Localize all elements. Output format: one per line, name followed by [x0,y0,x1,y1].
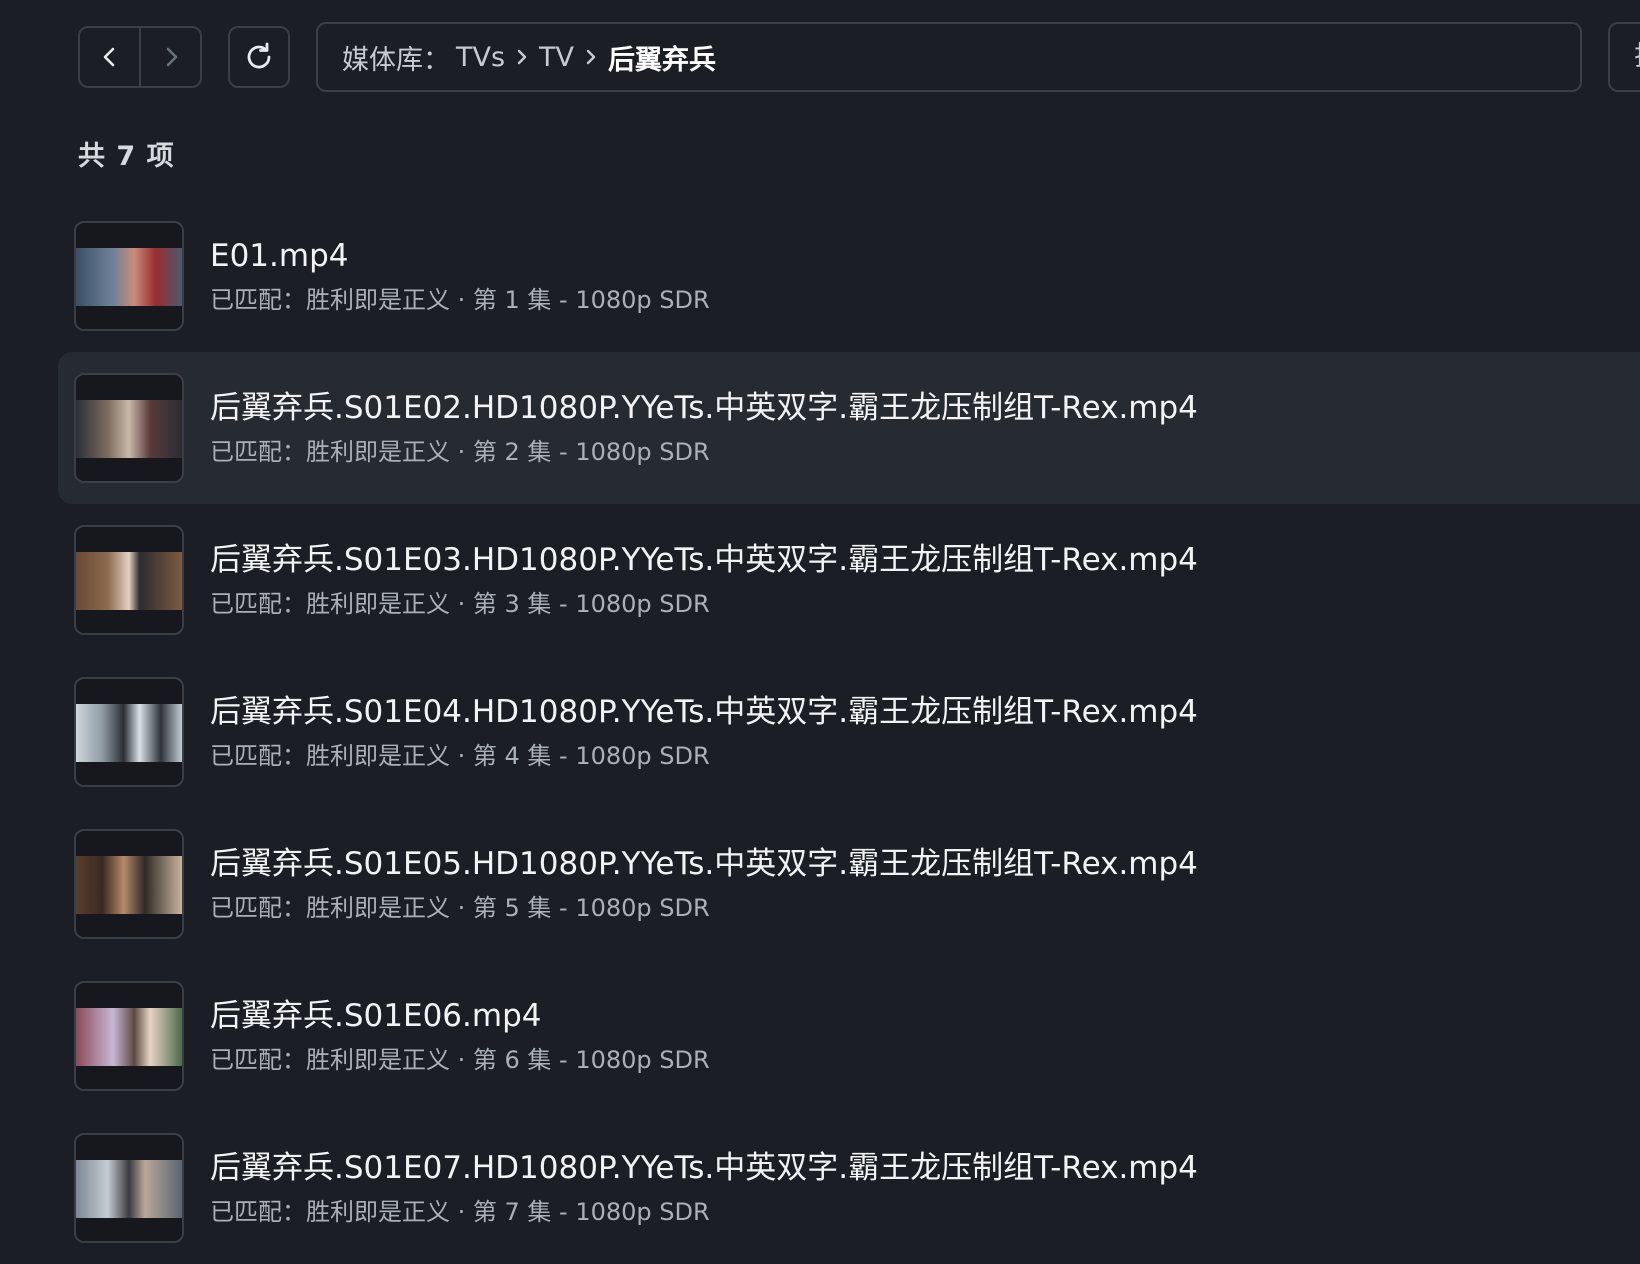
file-title: 后翼弃兵.S01E05.HD1080P.YYeTs.中英双字.霸王龙压制组T-R… [210,846,1198,882]
file-title: 后翼弃兵.S01E03.HD1080P.YYeTs.中英双字.霸王龙压制组T-R… [210,542,1198,578]
file-match-info: 已匹配：胜利即是正义 · 第 4 集 - 1080p SDR [210,742,710,770]
video-thumbnail [74,525,184,635]
back-button[interactable] [80,28,139,86]
refresh-icon [247,42,271,69]
video-thumbnail [74,221,184,331]
file-title: 后翼弃兵.S01E07.HD1080P.YYeTs.中英双字.霸王龙压制组T-R… [210,1150,1198,1186]
chevron-right-icon [166,47,177,67]
file-match-info: 已匹配：胜利即是正义 · 第 1 集 - 1080p SDR [210,286,710,314]
file-row[interactable]: 后翼弃兵.S01E06.mp4 已匹配：胜利即是正义 · 第 6 集 - 108… [58,960,1640,1112]
item-count: 共 7 项 [78,141,175,172]
video-thumbnail [74,373,184,483]
breadcrumb-separator-icon [584,48,598,66]
breadcrumb: 媒体库： TVs TV 后翼弃兵 [316,22,1582,92]
chevron-left-icon [103,47,114,67]
file-match-info: 已匹配：胜利即是正义 · 第 3 集 - 1080p SDR [210,590,710,618]
breadcrumb-item-tvs[interactable]: TVs [456,42,505,73]
forward-button[interactable] [139,28,200,86]
breadcrumb-item-current: 后翼弃兵 [608,44,716,76]
breadcrumb-prefix: 媒体库： [342,44,450,76]
breadcrumb-separator-icon [515,48,529,66]
file-match-info: 已匹配：胜利即是正义 · 第 6 集 - 1080p SDR [210,1046,710,1074]
file-title: 后翼弃兵.S01E06.mp4 [210,998,542,1034]
file-row[interactable]: 后翼弃兵.S01E07.HD1080P.YYeTs.中英双字.霸王龙压制组T-R… [58,1112,1640,1264]
sort-button[interactable]: 排 [1608,22,1640,92]
file-title: 后翼弃兵.S01E02.HD1080P.YYeTs.中英双字.霸王龙压制组T-R… [210,390,1198,426]
video-thumbnail [74,1133,184,1243]
toolbar: 媒体库： TVs TV 后翼弃兵 排 [78,22,1640,92]
breadcrumb-item-tv[interactable]: TV [539,42,574,73]
file-match-info: 已匹配：胜利即是正义 · 第 2 集 - 1080p SDR [210,438,710,466]
file-row[interactable]: 后翼弃兵.S01E03.HD1080P.YYeTs.中英双字.霸王龙压制组T-R… [58,504,1640,656]
file-match-info: 已匹配：胜利即是正义 · 第 5 集 - 1080p SDR [210,894,710,922]
file-row[interactable]: 后翼弃兵.S01E04.HD1080P.YYeTs.中英双字.霸王龙压制组T-R… [58,656,1640,808]
file-row[interactable]: 后翼弃兵.S01E05.HD1080P.YYeTs.中英双字.霸王龙压制组T-R… [58,808,1640,960]
file-list: E01.mp4 已匹配：胜利即是正义 · 第 1 集 - 1080p SDR 后… [58,200,1640,1264]
file-match-info: 已匹配：胜利即是正义 · 第 7 集 - 1080p SDR [210,1198,710,1226]
history-nav [78,26,202,88]
file-title: E01.mp4 [210,238,349,274]
refresh-button[interactable] [228,26,290,88]
video-thumbnail [74,829,184,939]
file-row[interactable]: E01.mp4 已匹配：胜利即是正义 · 第 1 集 - 1080p SDR [58,200,1640,352]
video-thumbnail [74,981,184,1091]
file-row[interactable]: 后翼弃兵.S01E02.HD1080P.YYeTs.中英双字.霸王龙压制组T-R… [58,352,1640,504]
video-thumbnail [74,677,184,787]
file-title: 后翼弃兵.S01E04.HD1080P.YYeTs.中英双字.霸王龙压制组T-R… [210,694,1198,730]
